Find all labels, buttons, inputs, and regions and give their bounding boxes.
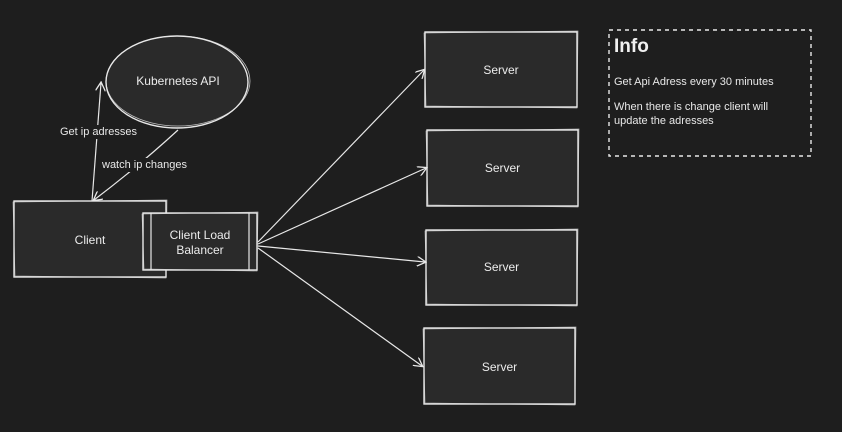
server-label-3: Server xyxy=(483,260,520,274)
diagram-canvas: Kubernetes API Client Client Load Balanc… xyxy=(0,0,842,432)
server-label-2: Server xyxy=(484,161,521,175)
edge-lb-server-3 xyxy=(257,245,425,262)
server-label-1: Server xyxy=(483,63,519,77)
edge-lb-server-1 xyxy=(257,70,424,243)
kubernetes-api-label: Kubernetes API xyxy=(136,74,220,88)
client-load-balancer-label: Client Load Balancer xyxy=(169,228,231,257)
info-line-1: Get Api Adress every 30 minutes xyxy=(614,76,774,88)
server-label-4: Server xyxy=(481,360,518,374)
client-label: Client xyxy=(74,233,106,247)
edge-label-get-ip: Get ip adresses xyxy=(58,125,140,139)
edge-lb-server-4 xyxy=(257,247,422,366)
info-title: Info xyxy=(614,36,649,57)
edge-get-ip xyxy=(91,83,101,202)
info-line-2: When there is change client will update … xyxy=(614,101,769,127)
diagram-shapes xyxy=(12,29,812,406)
edge-lb-server-2 xyxy=(257,168,426,245)
edge-label-watch-ip: watch ip changes xyxy=(100,158,189,172)
